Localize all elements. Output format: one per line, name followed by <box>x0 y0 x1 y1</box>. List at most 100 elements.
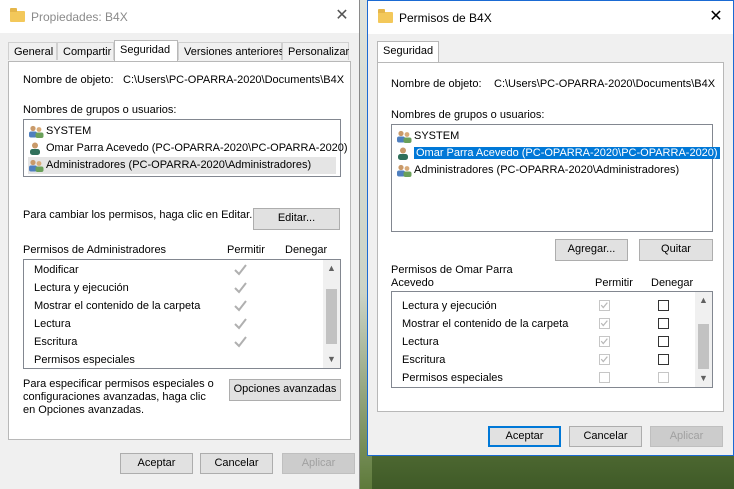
users-icon <box>397 130 412 143</box>
permissions-list: Lectura y ejecución Mostrar el contenido… <box>391 291 713 388</box>
permission-read-execute: Lectura y ejecución <box>402 300 497 312</box>
allow-read-execute-checkbox[interactable] <box>599 300 610 311</box>
allow-read-checkbox[interactable] <box>599 336 610 347</box>
tab-security[interactable]: Seguridad <box>377 41 439 63</box>
scroll-down-icon[interactable]: ▼ <box>323 351 340 368</box>
users-icon <box>29 125 44 138</box>
allow-header: Permitir <box>227 244 265 256</box>
tab-customize[interactable]: Personalizar <box>282 42 349 60</box>
tab-general[interactable]: General <box>8 42 57 60</box>
object-name-value: C:\Users\PC-OPARRA-2020\Documents\B4X <box>123 74 345 86</box>
check-icon <box>600 302 608 309</box>
close-icon[interactable]: ✕ <box>705 6 727 28</box>
permission-write: Escritura <box>402 354 446 366</box>
security-panel: Nombre de objeto: C:\Users\PC-OPARRA-202… <box>377 62 724 412</box>
list-item-label: Administradores (PC-OPARRA-2020\Administ… <box>46 159 312 171</box>
remove-button[interactable]: Quitar <box>639 239 713 261</box>
deny-header: Denegar <box>651 277 694 289</box>
scroll-up-icon[interactable]: ▲ <box>323 260 340 277</box>
permissions-label-line1: Permisos de Omar Parra <box>391 264 513 276</box>
scroll-thumb[interactable] <box>326 289 337 344</box>
check-icon <box>234 300 247 312</box>
list-item-label: Omar Parra Acevedo (PC-OPARRA-2020\PC-OP… <box>46 142 348 154</box>
permission-modify: Modificar <box>34 264 79 276</box>
permissions-label: Permisos de Administradores <box>23 244 167 256</box>
permission-read: Lectura <box>34 318 71 330</box>
allow-write-checkbox[interactable] <box>599 354 610 365</box>
list-item-system[interactable]: SYSTEM <box>28 123 91 140</box>
list-item-label: SYSTEM <box>414 130 460 142</box>
properties-titlebar[interactable]: Propiedades: B4X ✕ <box>0 0 359 33</box>
tab-previous-versions[interactable]: Versiones anteriores <box>178 42 284 60</box>
groups-label: Nombres de grupos o usuarios: <box>391 109 545 121</box>
cancel-button[interactable]: Cancelar <box>200 453 273 474</box>
permissions-scrollbar[interactable]: ▲ ▼ <box>695 292 712 387</box>
user-icon <box>398 147 408 160</box>
permission-special: Permisos especiales <box>34 354 135 366</box>
special-permissions-text-3: en Opciones avanzadas. <box>23 404 145 416</box>
check-icon <box>600 338 608 345</box>
special-permissions-text-2: configuraciones avanzadas, haga clic <box>23 391 206 403</box>
cancel-button[interactable]: Cancelar <box>569 426 642 447</box>
list-item-omar[interactable]: Omar Parra Acevedo (PC-OPARRA-2020\PC-OP… <box>396 145 720 162</box>
add-button[interactable]: Agregar... <box>555 239 628 261</box>
apply-button[interactable]: Aplicar <box>282 453 355 474</box>
security-panel: Nombre de objeto: C:\Users\PC-OPARRA-202… <box>8 61 351 440</box>
list-item-administrators[interactable]: Administradores (PC-OPARRA-2020\Administ… <box>28 157 336 174</box>
object-name-value: C:\Users\PC-OPARRA-2020\Documents\B4X <box>494 78 716 90</box>
object-name-label: Nombre de objeto: <box>23 74 114 86</box>
users-icon <box>397 164 412 177</box>
permission-special: Permisos especiales <box>402 372 503 384</box>
properties-window: Propiedades: B4X ✕ General Compartir Seg… <box>0 0 360 489</box>
deny-read-checkbox[interactable] <box>658 336 669 347</box>
permissions-list: Modificar Lectura y ejecución Mostrar el… <box>23 259 341 369</box>
allow-special-checkbox[interactable] <box>599 372 610 383</box>
groups-list[interactable]: SYSTEM Omar Parra Acevedo (PC-OPARRA-202… <box>23 119 348 177</box>
permission-write: Escritura <box>34 336 78 348</box>
change-permissions-text: Para cambiar los permisos, haga clic en … <box>23 209 253 221</box>
list-item-label: Administradores (PC-OPARRA-2020\Administ… <box>414 164 680 176</box>
groups-label: Nombres de grupos o usuarios: <box>23 104 177 116</box>
deny-special-checkbox[interactable] <box>658 372 669 383</box>
list-item-label: SYSTEM <box>46 125 92 137</box>
permissions-label-line2: Acevedo <box>391 277 434 289</box>
check-icon <box>600 320 608 327</box>
folder-icon <box>378 9 393 23</box>
advanced-options-button[interactable]: Opciones avanzadas <box>229 379 341 401</box>
permission-list-folder: Mostrar el contenido de la carpeta <box>34 300 201 312</box>
permissions-scrollbar[interactable]: ▲ ▼ <box>323 260 340 368</box>
list-item-system[interactable]: SYSTEM <box>396 128 459 145</box>
permission-list-folder: Mostrar el contenido de la carpeta <box>402 318 569 330</box>
check-icon <box>600 356 608 363</box>
check-icon <box>234 264 247 276</box>
list-item-label-selected: Omar Parra Acevedo (PC-OPARRA-2020\PC-OP… <box>414 147 720 159</box>
object-name-label: Nombre de objeto: <box>391 78 482 90</box>
apply-button[interactable]: Aplicar <box>650 426 723 447</box>
deny-write-checkbox[interactable] <box>658 354 669 365</box>
tab-share[interactable]: Compartir <box>57 42 114 60</box>
edit-button[interactable]: Editar... <box>253 208 340 230</box>
list-item-administrators[interactable]: Administradores (PC-OPARRA-2020\Administ… <box>396 162 679 179</box>
special-permissions-text-1: Para especificar permisos especiales o <box>23 378 214 390</box>
tab-security[interactable]: Seguridad <box>114 40 178 62</box>
accept-button[interactable]: Aceptar <box>488 426 561 447</box>
allow-list-folder-checkbox[interactable] <box>599 318 610 329</box>
scroll-down-icon[interactable]: ▼ <box>695 370 712 387</box>
deny-read-execute-checkbox[interactable] <box>658 300 669 311</box>
list-item-omar[interactable]: Omar Parra Acevedo (PC-OPARRA-2020\PC-OP… <box>28 140 348 157</box>
window-title: Permisos de B4X <box>399 11 492 25</box>
permission-read-execute: Lectura y ejecución <box>34 282 129 294</box>
scroll-up-icon[interactable]: ▲ <box>695 292 712 309</box>
permissions-titlebar[interactable]: Permisos de B4X ✕ <box>368 1 733 34</box>
permission-read: Lectura <box>402 336 439 348</box>
accept-button[interactable]: Aceptar <box>120 453 193 474</box>
permissions-window: Permisos de B4X ✕ Seguridad Nombre de ob… <box>367 0 734 456</box>
users-icon <box>29 159 44 172</box>
check-icon <box>234 318 247 330</box>
check-icon <box>234 336 247 348</box>
close-icon[interactable]: ✕ <box>331 5 353 27</box>
scroll-thumb[interactable] <box>698 324 709 369</box>
deny-list-folder-checkbox[interactable] <box>658 318 669 329</box>
groups-list[interactable]: SYSTEM Omar Parra Acevedo (PC-OPARRA-202… <box>391 124 720 232</box>
allow-header: Permitir <box>595 277 633 289</box>
